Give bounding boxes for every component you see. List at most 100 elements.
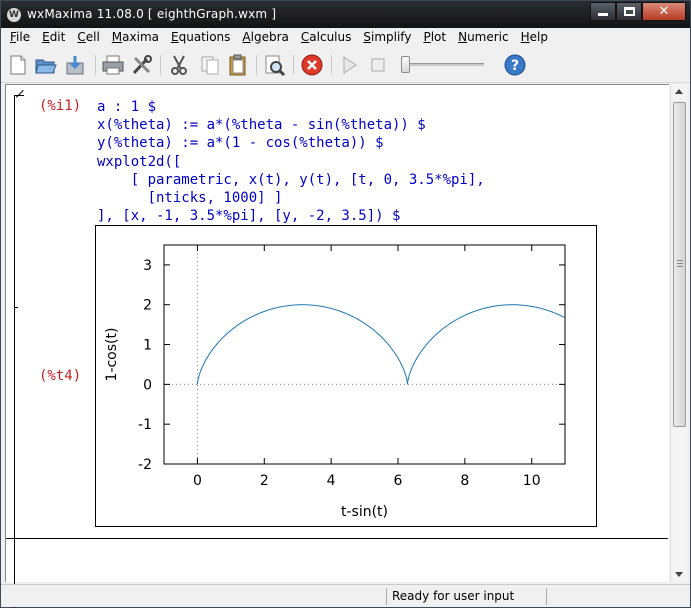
stop-icon: [371, 58, 385, 72]
worksheet[interactable]: (%i1) a : 1 $ x(%theta) := a*(%theta - si…: [5, 84, 669, 608]
close-icon: ✕: [658, 4, 670, 19]
status-divider: [546, 588, 547, 605]
print-icon: [102, 55, 124, 75]
x-tick-label: 10: [523, 473, 541, 489]
menu-edit[interactable]: Edit: [36, 28, 71, 47]
status-bar: Ready for user input: [1, 584, 690, 607]
interrupt-icon: [301, 54, 323, 76]
cell-hide-toggle[interactable]: [14, 95, 24, 105]
input-label: (%i1): [39, 98, 82, 114]
toolbar-separator: [160, 55, 161, 75]
find-button[interactable]: [263, 53, 287, 77]
scroll-up-arrow-icon[interactable]: [675, 89, 683, 94]
code-line: a : 1 $: [97, 99, 157, 115]
toolbar-separator: [95, 55, 96, 75]
code-line: ], [x, -1, 3.5*%pi], [y, -2, 3.5]) $: [97, 208, 401, 225]
menu-algebra[interactable]: Algebra: [236, 28, 294, 47]
x-tick-label: 2: [260, 473, 269, 489]
open-button[interactable]: [34, 53, 58, 77]
grip-line: [677, 263, 683, 264]
menu-file[interactable]: File: [4, 28, 36, 47]
window-title: wxMaxima 11.08.0 [ eighthGraph.wxm ]: [27, 7, 277, 21]
title-bar: W wxMaxima 11.08.0 [ eighthGraph.wxm ] ✕: [1, 1, 690, 28]
copy-icon: [201, 56, 219, 75]
maximize-icon: [623, 7, 635, 16]
grip-line: [677, 260, 683, 261]
cut-icon: [171, 55, 187, 75]
preferences-icon: [132, 55, 152, 75]
window-controls: ✕: [590, 2, 686, 22]
code-line: [nticks, 1000] ]: [97, 189, 283, 206]
minimize-icon: [598, 13, 608, 16]
cell-bracket-output[interactable]: [14, 307, 18, 608]
cell-divider: [6, 538, 668, 539]
help-button[interactable]: ?: [503, 53, 527, 77]
code-line: wxplot2d([: [97, 153, 182, 170]
x-tick-label: 6: [394, 473, 403, 489]
code-line: x(%theta) := a*(%theta - sin(%theta)) $: [97, 117, 426, 134]
maximize-button[interactable]: [616, 2, 642, 21]
close-button[interactable]: ✕: [642, 2, 686, 21]
interrupt-button[interactable]: [300, 53, 324, 77]
stop-animation-button[interactable]: [366, 53, 390, 77]
menu-maxima[interactable]: Maxima: [106, 28, 165, 47]
y-tick-label: -2: [138, 457, 152, 473]
paste-icon: [229, 54, 246, 76]
menu-simplify[interactable]: Simplify: [357, 28, 417, 47]
toolbar-separator: [256, 55, 257, 75]
y-axis-label: 1-cos(t): [104, 328, 120, 382]
new-document-icon: [10, 55, 26, 75]
x-tick-label: 8: [460, 473, 469, 489]
scrollbar-thumb[interactable]: [673, 102, 686, 427]
menu-equations[interactable]: Equations: [165, 28, 236, 47]
copy-button[interactable]: [198, 53, 222, 77]
find-icon: [265, 55, 286, 76]
status-text: Ready for user input: [392, 589, 515, 603]
toolbar-separator: [293, 55, 294, 75]
code-line: [ parametric, x(t), y(t), [t, 0, 3.5*%pi…: [97, 171, 485, 188]
help-icon: ?: [504, 54, 526, 76]
y-tick-label: -1: [138, 417, 152, 433]
plot-output: 0 2 4 6 8 10 -2 -1 0 1 2 3 t-sin(t) 1-cos(t): [95, 225, 597, 527]
menu-numeric[interactable]: Numeric: [452, 28, 515, 47]
x-tick-label: 0: [193, 473, 202, 489]
open-folder-icon: [35, 59, 57, 74]
y-tick-label: 2: [143, 298, 152, 314]
print-button[interactable]: [101, 53, 125, 77]
menu-plot[interactable]: Plot: [417, 28, 452, 47]
paste-button[interactable]: [226, 53, 250, 77]
cut-button[interactable]: [167, 53, 191, 77]
menu-bar: File Edit Cell Maxima Equations Algebra Calcul…: [1, 28, 690, 47]
play-animation-button[interactable]: [337, 53, 361, 77]
x-axis-label: t-sin(t): [341, 504, 388, 520]
grip-line: [677, 266, 683, 267]
code-line: y(%theta) := a*(1 - cos(%theta)) $: [97, 135, 384, 152]
save-button[interactable]: [64, 53, 88, 77]
svg-text:?: ?: [511, 58, 519, 74]
y-tick-label: 3: [143, 258, 152, 274]
toolbar-separator: [331, 55, 332, 75]
wxmaxima-app-icon: W: [7, 8, 21, 22]
output-label: (%t4): [39, 368, 82, 384]
cell-bracket-input[interactable]: [14, 95, 15, 307]
status-divider: [386, 588, 387, 605]
menu-help[interactable]: Help: [515, 28, 554, 47]
animation-slider-track[interactable]: [406, 63, 484, 66]
y-tick-label: 1: [143, 338, 152, 354]
menu-cell[interactable]: Cell: [71, 28, 105, 47]
minimize-button[interactable]: [590, 2, 616, 21]
new-button[interactable]: [6, 53, 30, 77]
toolbar: ?: [1, 48, 690, 83]
preferences-button[interactable]: [130, 53, 154, 77]
cycloid-chart: 0 2 4 6 8 10 -2 -1 0 1 2 3 t-sin(t) 1-cos(t): [104, 244, 566, 520]
save-icon: [66, 56, 84, 75]
plot-frame: [163, 244, 566, 465]
y-tick-label: 0: [143, 377, 152, 393]
app-window: W wxMaxima 11.08.0 [ eighthGraph.wxm ] ✕…: [0, 0, 691, 608]
scroll-down-arrow-icon[interactable]: [675, 572, 683, 577]
menu-calculus[interactable]: Calculus: [295, 28, 357, 47]
vertical-scrollbar[interactable]: [670, 84, 687, 582]
cycloid-series-line: [196, 304, 565, 385]
input-code[interactable]: a : 1 $ x(%theta) := a*(%theta - sin(%the…: [97, 98, 485, 225]
animation-slider-thumb[interactable]: [401, 56, 410, 73]
